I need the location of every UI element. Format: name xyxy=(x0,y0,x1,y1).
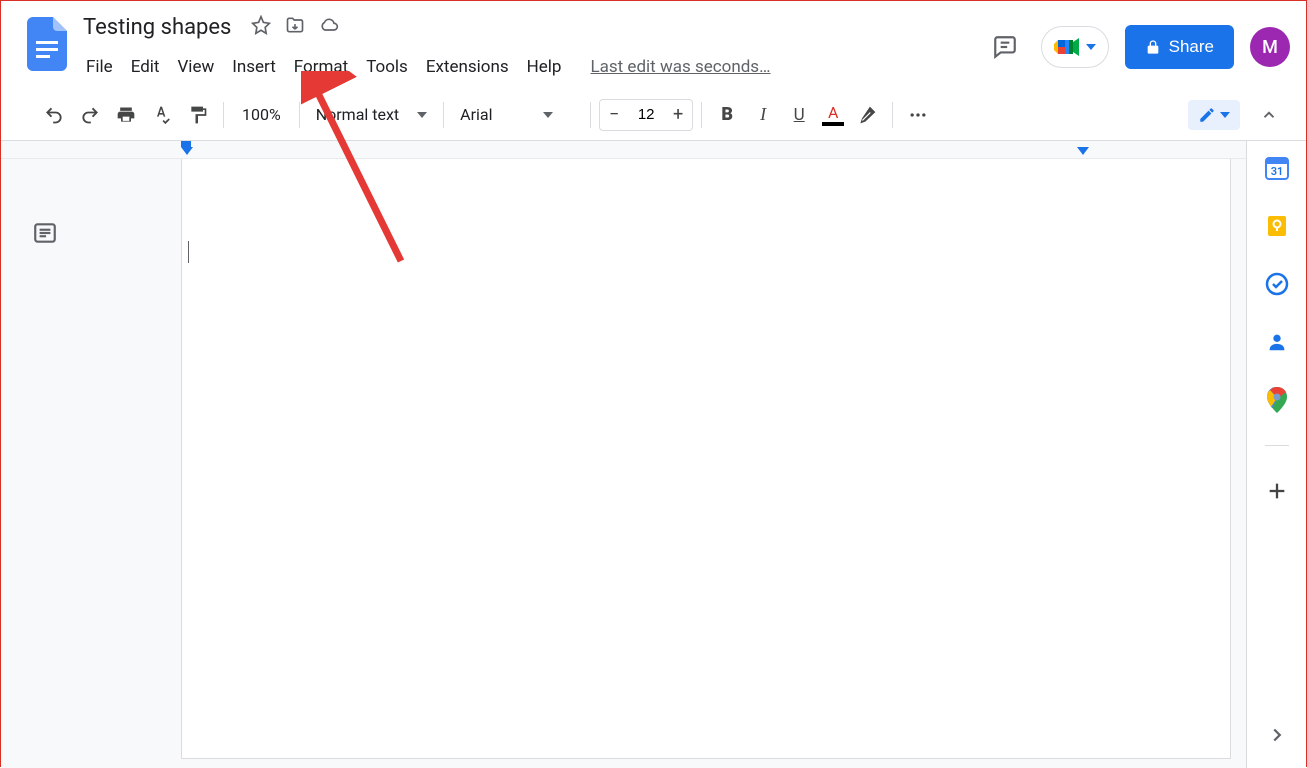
menu-edit[interactable]: Edit xyxy=(122,53,169,81)
side-panel: 31 xyxy=(1246,141,1306,768)
chevron-down-icon xyxy=(1220,112,1230,118)
meet-icon xyxy=(1054,36,1080,58)
increase-font-button[interactable]: + xyxy=(664,100,692,130)
menu-view[interactable]: View xyxy=(168,53,223,81)
separator xyxy=(1265,445,1289,446)
keep-icon[interactable] xyxy=(1264,213,1290,239)
share-button[interactable]: Share xyxy=(1125,25,1234,69)
zoom-dropdown[interactable]: 100% xyxy=(232,105,291,124)
separator xyxy=(223,102,224,128)
highlight-button[interactable] xyxy=(850,98,884,132)
separator xyxy=(590,102,591,128)
collapse-toolbar-button[interactable] xyxy=(1252,98,1286,132)
paragraph-style-dropdown[interactable]: Normal text xyxy=(308,105,435,124)
document-title[interactable]: Testing shapes xyxy=(77,13,237,42)
calendar-icon[interactable]: 31 xyxy=(1264,155,1290,181)
star-icon[interactable] xyxy=(251,15,271,39)
editing-mode-button[interactable] xyxy=(1188,100,1240,130)
tasks-icon[interactable] xyxy=(1264,271,1290,297)
font-size-input[interactable] xyxy=(628,106,664,123)
zoom-value: 100% xyxy=(242,105,281,124)
underline-button[interactable]: U xyxy=(782,98,816,132)
contacts-icon[interactable] xyxy=(1264,329,1290,355)
separator xyxy=(299,102,300,128)
chevron-down-icon xyxy=(417,112,427,118)
toolbar: 100% Normal text Arial − + B I U A xyxy=(1,89,1306,141)
menu-file[interactable]: File xyxy=(77,53,122,81)
menu-format[interactable]: Format xyxy=(285,53,357,81)
more-button[interactable] xyxy=(901,98,935,132)
font-size-group: − + xyxy=(599,99,693,131)
menubar: File Edit View Insert Format Tools Exten… xyxy=(77,49,985,85)
meet-button[interactable] xyxy=(1041,26,1109,68)
paint-format-button[interactable] xyxy=(181,98,215,132)
ruler-left-margin-marker[interactable] xyxy=(181,147,193,155)
cloud-status-icon[interactable] xyxy=(319,15,339,39)
text-color-button[interactable]: A xyxy=(818,103,848,126)
chevron-down-icon xyxy=(1086,44,1096,50)
menu-extensions[interactable]: Extensions xyxy=(417,53,518,81)
lock-icon xyxy=(1145,39,1161,55)
move-icon[interactable] xyxy=(285,15,305,39)
font-value: Arial xyxy=(460,105,492,124)
document-page[interactable] xyxy=(181,159,1231,759)
add-addon-button[interactable] xyxy=(1264,478,1290,504)
separator xyxy=(892,102,893,128)
chevron-down-icon xyxy=(543,112,553,118)
outline-toggle-button[interactable] xyxy=(29,217,61,249)
bold-button[interactable]: B xyxy=(710,98,744,132)
undo-button[interactable] xyxy=(37,98,71,132)
text-cursor xyxy=(188,241,189,263)
separator xyxy=(701,102,702,128)
svg-text:31: 31 xyxy=(1270,165,1283,178)
style-value: Normal text xyxy=(316,105,399,124)
redo-button[interactable] xyxy=(73,98,107,132)
horizontal-ruler[interactable] xyxy=(1,141,1246,159)
docs-logo[interactable] xyxy=(17,9,77,71)
comment-history-button[interactable] xyxy=(985,27,1025,67)
last-edit-link[interactable]: Last edit was seconds… xyxy=(590,57,770,77)
maps-icon[interactable] xyxy=(1264,387,1290,413)
menu-help[interactable]: Help xyxy=(518,53,571,81)
hide-sidepanel-button[interactable] xyxy=(1266,724,1288,750)
account-avatar[interactable]: M xyxy=(1250,27,1290,67)
font-dropdown[interactable]: Arial xyxy=(452,105,582,124)
separator xyxy=(443,102,444,128)
menu-tools[interactable]: Tools xyxy=(357,53,417,81)
share-label: Share xyxy=(1169,37,1214,57)
menu-insert[interactable]: Insert xyxy=(223,53,285,81)
spellcheck-button[interactable] xyxy=(145,98,179,132)
print-button[interactable] xyxy=(109,98,143,132)
decrease-font-button[interactable]: − xyxy=(600,100,628,130)
italic-button[interactable]: I xyxy=(746,98,780,132)
pencil-icon xyxy=(1198,106,1216,124)
ruler-right-margin-marker[interactable] xyxy=(1077,147,1089,155)
